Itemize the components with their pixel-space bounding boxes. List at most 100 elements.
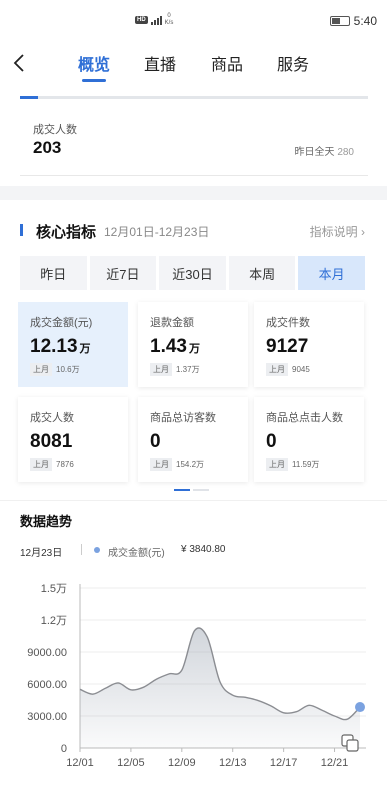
metric-compare: 上月 7876 <box>30 458 128 471</box>
metric-compare: 上月 10.6万 <box>30 363 128 376</box>
metric-value: 9127 <box>266 336 309 357</box>
trend-title: 数据趋势 <box>20 514 73 529</box>
x-tick-label: 12/21 <box>321 757 349 769</box>
divider <box>20 175 368 176</box>
metric-label: 成交件数 <box>266 317 310 329</box>
signal-icon <box>150 15 162 25</box>
metrics-help-label: 指标说明 <box>309 225 358 239</box>
period-tab-month[interactable]: 本月 <box>298 256 365 290</box>
divider <box>0 500 387 501</box>
data-point <box>346 718 348 720</box>
trend-date: 12月23日 <box>20 548 63 559</box>
core-metrics-section: 核心指标 12月01日-12月23日 指标说明 › 昨日 近7日 近30日 本周… <box>0 200 387 800</box>
scroll-progress <box>20 96 368 99</box>
metric-value: 1.43 万 <box>150 336 200 357</box>
trend-legend: 成交金额(元) <box>108 548 165 559</box>
metric-label: 成交人数 <box>30 412 74 424</box>
metric-value: 12.13 万 <box>30 336 91 357</box>
metric-compare: 上月 1.37万 <box>150 363 248 376</box>
data-point <box>270 705 272 707</box>
x-tick-label: 12/13 <box>219 757 247 769</box>
network-speed: 0 K/s <box>165 13 174 27</box>
metric-label: 成交金额(元) <box>30 317 93 329</box>
tab-live[interactable]: 直播 <box>144 51 176 75</box>
legend-dot <box>94 547 100 553</box>
x-tick-label: 12/17 <box>270 757 298 769</box>
y-tick-label: 3000.00 <box>27 711 67 723</box>
data-point <box>79 688 81 690</box>
data-point <box>206 636 208 638</box>
chevron-left-icon <box>13 54 24 72</box>
metric-compare: 上月 11.59万 <box>266 458 364 471</box>
period-tabs: 昨日 近7日 近30日 本周 本月 <box>20 256 365 290</box>
tab-products[interactable]: 商品 <box>211 51 243 75</box>
data-point <box>257 699 259 701</box>
metrics-pager <box>174 489 209 491</box>
period-tab-week[interactable]: 本周 <box>228 256 296 290</box>
metric-card-refund[interactable]: 退款金额 1.43 万 上月 1.37万 <box>138 302 248 387</box>
data-point <box>104 687 106 689</box>
chevron-right-icon: › <box>361 225 365 239</box>
series-area <box>80 627 360 748</box>
buyers-label: 成交人数 <box>33 124 77 136</box>
x-tick-label: 12/05 <box>117 757 145 769</box>
yesterday-label: 昨日全天 <box>294 147 335 158</box>
period-tab-yesterday[interactable]: 昨日 <box>20 256 87 290</box>
y-tick-label: 0 <box>61 743 67 755</box>
net-speed-unit: K/s <box>164 20 174 26</box>
top-nav: 概览 直播 商品 服务 <box>0 42 387 86</box>
data-point <box>244 696 246 698</box>
metric-value: 8081 <box>30 431 73 452</box>
metric-label: 退款金额 <box>150 317 194 329</box>
data-point <box>232 694 234 696</box>
metric-card-buyers[interactable]: 成交人数 8081 上月 7876 <box>18 397 128 482</box>
section-title: 核心指标 <box>36 224 97 241</box>
y-tick-label: 1.2万 <box>41 615 67 627</box>
status-right: 5:40 <box>329 14 377 28</box>
data-point <box>181 669 183 671</box>
tab-service[interactable]: 服务 <box>277 51 309 75</box>
period-tab-7days[interactable]: 近7日 <box>89 256 157 290</box>
data-point <box>117 682 119 684</box>
metric-card-clicks[interactable]: 商品总点击人数 0 上月 11.59万 <box>254 397 364 482</box>
summary-card: 成交人数 203 昨日全天 280 <box>0 86 387 186</box>
trend-chart[interactable]: 0 3000.00 6000.00 9000.00 1.2万 1.5万 12/01 12/05… <box>0 570 387 800</box>
metric-label: 商品总点击人数 <box>266 412 343 424</box>
data-point <box>168 673 170 675</box>
yesterday-value: 280 <box>337 147 354 158</box>
back-button[interactable] <box>8 48 32 78</box>
clock: 5:40 <box>353 14 377 28</box>
data-point <box>142 686 144 688</box>
separator <box>81 544 82 555</box>
status-indicators: HD 0 K/s <box>135 13 173 27</box>
metric-label: 商品总访客数 <box>150 412 216 424</box>
x-tick-label: 12/01 <box>66 757 94 769</box>
data-point <box>308 704 310 706</box>
data-point <box>321 709 323 711</box>
highlight-point <box>355 702 365 713</box>
section-marker <box>20 224 23 236</box>
trend-value: ¥ 3840.80 <box>181 544 226 555</box>
data-point <box>282 712 284 714</box>
metric-card-visitors[interactable]: 商品总访客数 0 上月 154.2万 <box>138 397 248 482</box>
metric-card-items-sold[interactable]: 成交件数 9127 上月 9045 <box>254 302 364 387</box>
date-range: 12月01日-12月23日 <box>104 225 210 239</box>
period-tab-30days[interactable]: 近30日 <box>159 256 226 290</box>
y-tick-label: 1.5万 <box>41 583 67 595</box>
data-point <box>92 693 94 695</box>
metrics-help-link[interactable]: 指标说明 › <box>310 223 365 240</box>
net-speed-value: 0 <box>167 13 171 19</box>
yesterday-info: 昨日全天 280 <box>295 143 354 158</box>
y-tick-label: 6000.00 <box>27 679 67 691</box>
data-point <box>193 629 195 631</box>
metric-compare: 上月 154.2万 <box>150 458 248 471</box>
buyers-value: 203 <box>33 138 62 157</box>
tab-overview[interactable]: 概览 <box>78 51 110 75</box>
active-tab-indicator <box>82 79 106 82</box>
hd-badge: HD <box>135 16 148 24</box>
data-point <box>130 689 132 691</box>
battery-icon <box>329 16 350 26</box>
data-point <box>295 711 297 713</box>
metric-card-gmv[interactable]: 成交金额(元) 12.13 万 上月 10.6万 <box>18 302 128 387</box>
metric-value: 0 <box>266 431 277 452</box>
